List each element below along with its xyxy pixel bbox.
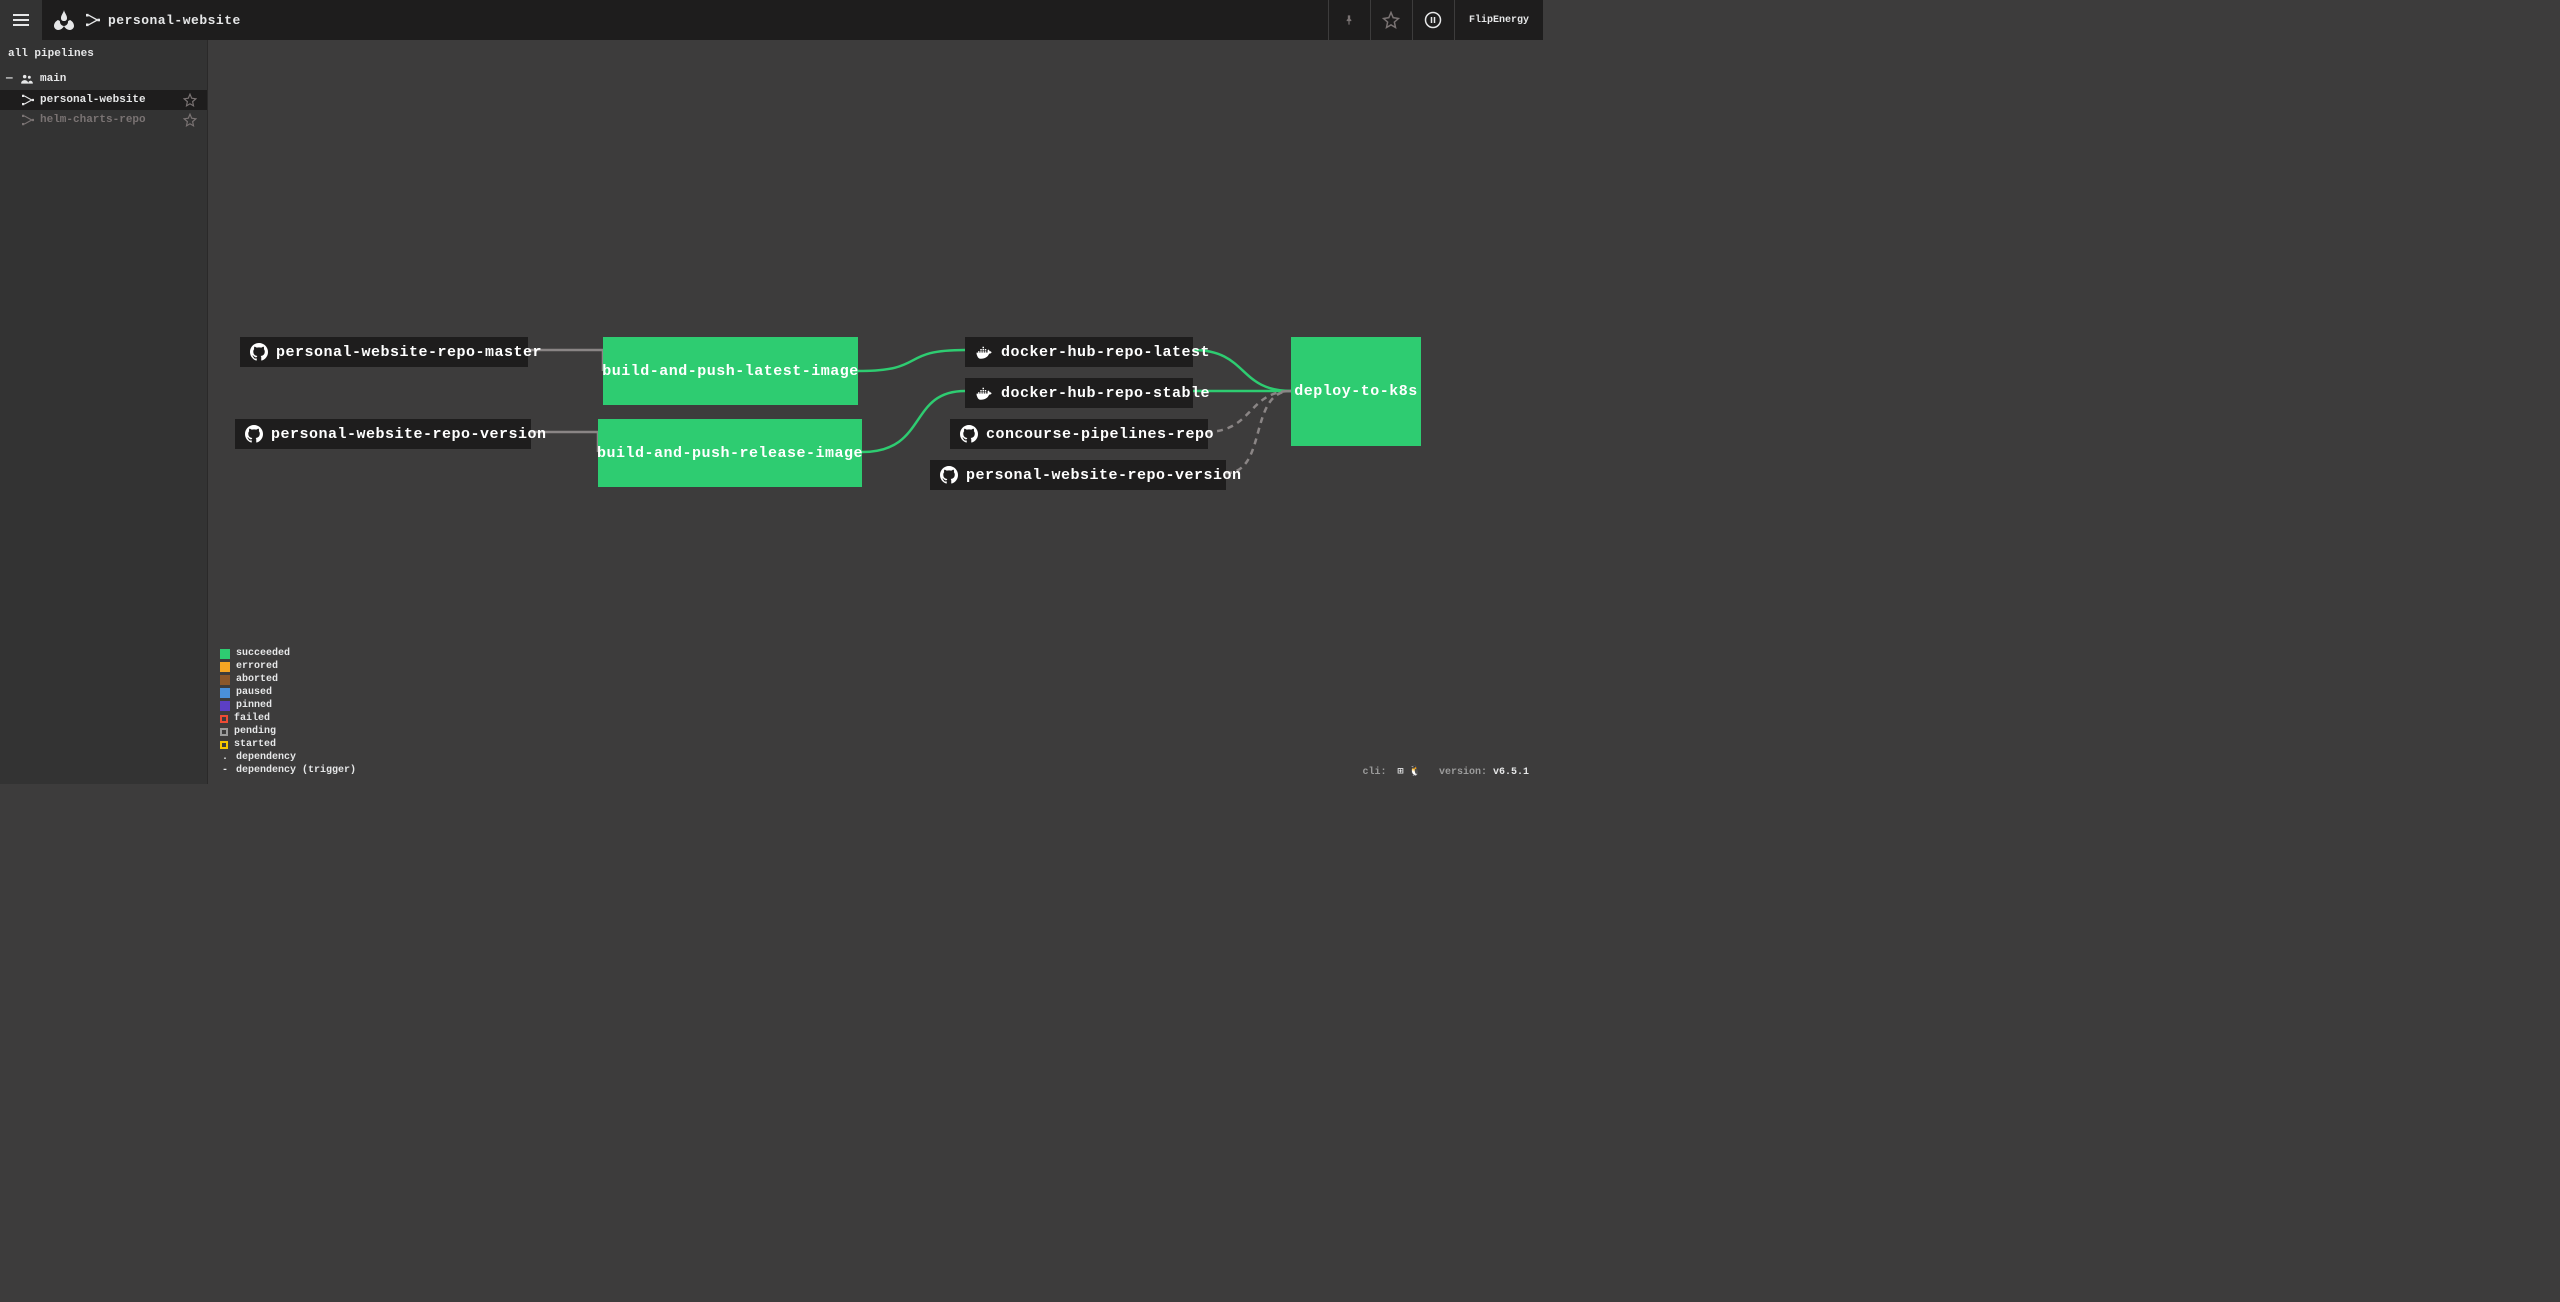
resource-label: docker-hub-repo-stable [1001,385,1210,402]
swatch-paused [220,688,230,698]
github-icon [250,343,268,361]
swatch-aborted [220,675,230,685]
resource-label: personal-website-repo-version [966,467,1242,484]
concourse-logo[interactable] [52,8,76,32]
footer: cli: ⊞ 🐧 version: v6.5.1 [1362,766,1529,778]
pause-pipeline-button[interactable] [1412,0,1454,40]
star-icon[interactable] [183,113,197,127]
menu-button[interactable] [0,0,42,40]
version-value: v6.5.1 [1493,767,1529,778]
swatch-errored [220,662,230,672]
user-menu[interactable]: FlipEnergy [1454,0,1543,40]
docker-icon [975,384,993,402]
sidebar-item-personal-website[interactable]: personal-website [0,90,207,110]
legend-label: dependency (trigger) [236,765,356,776]
job-build-and-push-release-image[interactable]: build-and-push-release-image [598,419,862,487]
linux-icon[interactable]: 🐧 [1409,766,1421,778]
legend-label: aborted [236,674,278,685]
pipeline-icon [86,13,100,27]
swatch-dependency-trigger: - [220,765,230,776]
windows-icon[interactable]: ⊞ [1397,766,1403,778]
legend-label: started [234,739,276,750]
github-icon [940,466,958,484]
resource-docker-hub-repo-latest[interactable]: docker-hub-repo-latest [965,337,1193,367]
job-build-and-push-latest-image[interactable]: build-and-push-latest-image [603,337,858,405]
job-label: build-and-push-latest-image [602,363,859,380]
resource-personal-website-repo-version[interactable]: personal-website-repo-version [235,419,531,449]
docker-icon [975,343,993,361]
resource-personal-website-repo-master[interactable]: personal-website-repo-master [240,337,528,367]
swatch-dependency: . [220,752,230,763]
legend-label: pending [234,726,276,737]
resource-label: personal-website-repo-version [271,426,547,443]
legend-label: failed [234,713,270,724]
legend-label: paused [236,687,272,698]
pipeline-canvas[interactable]: personal-website-repo-master personal-we… [208,40,1543,784]
swatch-pending [220,728,228,736]
team-name: main [40,73,66,85]
pipeline-item-label: helm-charts-repo [40,114,146,126]
people-icon [20,72,34,86]
resource-personal-website-repo-version-2[interactable]: personal-website-repo-version [930,460,1226,490]
pipeline-icon [22,114,34,126]
resource-concourse-pipelines-repo[interactable]: concourse-pipelines-repo [950,419,1208,449]
hamburger-icon [13,14,29,26]
legend-label: errored [236,661,278,672]
job-deploy-to-k8s[interactable]: deploy-to-k8s [1291,337,1421,446]
swatch-succeeded [220,649,230,659]
job-label: build-and-push-release-image [597,445,863,462]
legend-label: succeeded [236,648,290,659]
collapse-icon: — [6,73,14,85]
legend-label: pinned [236,700,272,711]
breadcrumb-pipeline[interactable]: personal-website [108,13,241,28]
sidebar: all pipelines — main personal-website he… [0,40,208,784]
pin-button[interactable] [1328,0,1370,40]
pause-icon [1424,11,1442,29]
swatch-pinned [220,701,230,711]
github-icon [960,425,978,443]
pipeline-item-label: personal-website [40,94,146,106]
sidebar-heading: all pipelines [0,40,207,68]
resource-label: personal-website-repo-master [276,344,542,361]
favorite-button[interactable] [1370,0,1412,40]
cli-label: cli: [1362,767,1386,778]
swatch-started [220,741,228,749]
topbar: personal-website FlipEnergy [0,0,1543,40]
legend: succeeded errored aborted paused pinned … [220,648,356,778]
pipeline-icon [22,94,34,106]
resource-label: concourse-pipelines-repo [986,426,1214,443]
pin-icon [1342,13,1356,27]
job-label: deploy-to-k8s [1294,383,1418,400]
swatch-failed [220,715,228,723]
star-icon [1382,11,1400,29]
version-label: version: [1439,767,1487,778]
resource-label: docker-hub-repo-latest [1001,344,1210,361]
sidebar-item-helm-charts-repo[interactable]: helm-charts-repo [0,110,207,130]
resource-docker-hub-repo-stable[interactable]: docker-hub-repo-stable [965,378,1193,408]
star-icon[interactable] [183,93,197,107]
sidebar-team-row[interactable]: — main [0,68,207,90]
github-icon [245,425,263,443]
legend-label: dependency [236,752,296,763]
